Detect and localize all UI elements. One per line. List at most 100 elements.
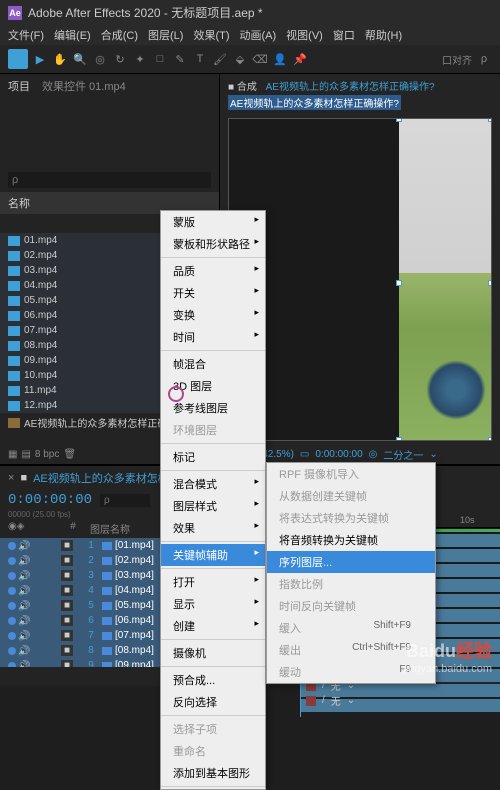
trash-icon[interactable]: 🗑: [63, 449, 76, 460]
menu-item[interactable]: 创建: [161, 615, 265, 637]
hand-tool-icon[interactable]: ✋: [52, 51, 68, 67]
submenu-item[interactable]: 从数据创建关键帧: [267, 485, 435, 507]
audio-icon[interactable]: 🔊: [18, 631, 28, 641]
timeline-comp-name[interactable]: AE视频轨上的众多素材怎样正: [33, 470, 180, 486]
menu-anim[interactable]: 动画(A): [240, 27, 277, 43]
menu-item[interactable]: 显示: [161, 593, 265, 615]
roto-tool-icon[interactable]: 👤: [272, 51, 288, 67]
color-label[interactable]: ■: [61, 585, 73, 596]
visibility-icon[interactable]: [8, 647, 16, 655]
submenu-item[interactable]: 序列图层...: [267, 551, 435, 573]
camera-icon[interactable]: ◎: [369, 449, 378, 460]
zoom-tool-icon[interactable]: 🔍: [72, 51, 88, 67]
menu-item[interactable]: 效果: [161, 517, 265, 539]
visibility-icon[interactable]: [8, 557, 16, 565]
menu-item[interactable]: 标记: [161, 446, 265, 468]
search-icon[interactable]: ρ: [476, 51, 492, 67]
color-label[interactable]: ■: [61, 600, 73, 611]
menu-view[interactable]: 视图(V): [286, 27, 323, 43]
col-visibility[interactable]: ◉◈: [0, 521, 60, 536]
menu-item[interactable]: 混合模式: [161, 473, 265, 495]
color-label[interactable]: ■: [61, 630, 73, 641]
depth-icon[interactable]: ▤: [21, 449, 30, 460]
menu-item[interactable]: 环境图层: [161, 419, 265, 441]
visibility-icon[interactable]: [8, 602, 16, 610]
comp-question-1[interactable]: AE视频轨上的众多素材怎样正确操作?: [266, 82, 435, 93]
menu-item[interactable]: 摄像机: [161, 642, 265, 664]
adjust-icon[interactable]: ▭: [300, 449, 309, 460]
color-label[interactable]: ■: [61, 645, 73, 656]
brush-tool-icon[interactable]: 🖌: [212, 51, 228, 67]
snap-toggle[interactable]: 口对齐: [442, 52, 472, 67]
timeline-timecode[interactable]: 0:00:00:00: [8, 492, 92, 508]
visibility-icon[interactable]: [8, 542, 16, 550]
puppet-tool-icon[interactable]: 📌: [292, 51, 308, 67]
submenu-item[interactable]: 缓入Shift+F9: [267, 617, 435, 639]
timeline-search[interactable]: [100, 494, 150, 507]
orbit-tool-icon[interactable]: ◎: [92, 51, 108, 67]
audio-icon[interactable]: 🔊: [18, 646, 28, 656]
rect-tool-icon[interactable]: □: [152, 51, 168, 67]
menu-window[interactable]: 窗口: [333, 27, 355, 43]
selection-tool-icon[interactable]: ▶: [32, 51, 48, 67]
menu-item[interactable]: 反向选择: [161, 691, 265, 713]
color-label[interactable]: ■: [61, 540, 73, 551]
menu-item[interactable]: 添加到基本图形: [161, 762, 265, 784]
color-label[interactable]: ■: [61, 615, 73, 626]
anchor-tool-icon[interactable]: ✦: [132, 51, 148, 67]
visibility-icon[interactable]: [8, 572, 16, 580]
submenu-item[interactable]: 指数比例: [267, 573, 435, 595]
menu-item[interactable]: 打开: [161, 571, 265, 593]
menu-effect[interactable]: 效果(T): [193, 27, 229, 43]
submenu-item[interactable]: 时间反向关键帧: [267, 595, 435, 617]
menu-item[interactable]: 时间: [161, 326, 265, 348]
menu-edit[interactable]: 编辑(E): [54, 27, 91, 43]
menu-item[interactable]: 重命名: [161, 740, 265, 762]
menu-item[interactable]: 关键帧辅助: [161, 544, 265, 566]
menu-file[interactable]: 文件(F): [8, 27, 44, 43]
project-search-input[interactable]: [8, 172, 211, 188]
menu-item[interactable]: 蒙版: [161, 211, 265, 233]
mode-value[interactable]: 无: [331, 693, 341, 708]
timeline-close[interactable]: ×: [8, 472, 14, 484]
submenu-item[interactable]: 将音频转换为关键帧: [267, 529, 435, 551]
audio-icon[interactable]: 🔊: [18, 586, 28, 596]
audio-icon[interactable]: 🔊: [18, 571, 28, 581]
chevron-down-icon[interactable]: ⌄: [347, 695, 355, 706]
visibility-icon[interactable]: [8, 632, 16, 640]
visibility-icon[interactable]: [8, 617, 16, 625]
chevron-down-icon[interactable]: ⌄: [429, 449, 437, 460]
bpc-toggle[interactable]: 8 bpc: [35, 449, 59, 460]
submenu-item[interactable]: 将表达式转换为关键帧: [267, 507, 435, 529]
audio-icon[interactable]: 🔊: [18, 601, 28, 611]
text-tool-icon[interactable]: T: [192, 51, 208, 67]
audio-icon[interactable]: 🔊: [18, 556, 28, 566]
color-label[interactable]: ■: [61, 555, 73, 566]
menu-item[interactable]: 预合成...: [161, 669, 265, 691]
visibility-icon[interactable]: [8, 587, 16, 595]
tab-effect-controls[interactable]: 效果控件 01.mp4: [42, 78, 126, 94]
menu-item[interactable]: 图层样式: [161, 495, 265, 517]
submenu-item[interactable]: RPF 摄像机导入: [267, 463, 435, 485]
eraser-tool-icon[interactable]: ⌫: [252, 51, 268, 67]
mode-swatch[interactable]: [306, 696, 316, 706]
pen-tool-icon[interactable]: ✎: [172, 51, 188, 67]
comp-question-2[interactable]: AE视频轨上的众多素材怎样正确操作?: [228, 95, 401, 110]
viewer-timecode[interactable]: 0:00:00:00: [315, 449, 362, 460]
color-label[interactable]: ■: [61, 660, 73, 667]
audio-icon[interactable]: 🔊: [18, 616, 28, 626]
menu-layer[interactable]: 图层(L): [148, 27, 183, 43]
menu-item[interactable]: 开关: [161, 282, 265, 304]
comp-viewer[interactable]: [228, 118, 492, 441]
home-icon[interactable]: [8, 49, 28, 69]
menu-comp[interactable]: 合成(C): [101, 27, 138, 43]
menu-item[interactable]: 品质: [161, 260, 265, 282]
audio-icon[interactable]: 🔊: [18, 541, 28, 551]
menu-item[interactable]: 蒙板和形状路径: [161, 233, 265, 255]
menu-help[interactable]: 帮助(H): [365, 27, 402, 43]
rotate-tool-icon[interactable]: ↻: [112, 51, 128, 67]
resolution-value[interactable]: 二分之一: [383, 447, 423, 462]
tab-project[interactable]: 项目: [8, 78, 30, 94]
color-label[interactable]: ■: [61, 570, 73, 581]
stamp-tool-icon[interactable]: ⬙: [232, 51, 248, 67]
